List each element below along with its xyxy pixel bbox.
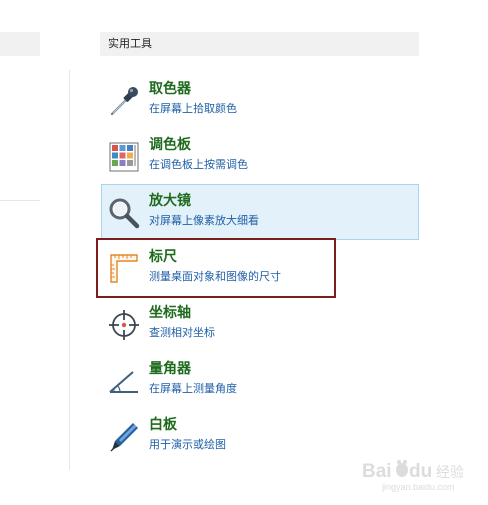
tool-item-palette[interactable]: 调色板 在调色板上按需调色 xyxy=(101,128,419,184)
tool-desc-color-picker: 在屏幕上拾取颜色 xyxy=(149,102,237,115)
crosshair-icon xyxy=(107,308,141,342)
left-panel-divider xyxy=(0,200,40,201)
tool-title-magnifier: 放大镜 xyxy=(149,193,191,209)
magnifier-icon xyxy=(107,196,141,230)
tool-item-color-picker[interactable]: 取色器 在屏幕上拾取颜色 xyxy=(101,72,419,128)
tool-title-palette: 调色板 xyxy=(149,137,191,153)
tool-desc-coordinate-axis: 查测相对坐标 xyxy=(149,326,215,339)
tool-item-whiteboard[interactable]: 白板 用于演示或绘图 xyxy=(101,408,419,464)
svg-text:经验: 经验 xyxy=(436,465,464,481)
tool-title-color-picker: 取色器 xyxy=(149,81,191,97)
tool-desc-magnifier: 对屏幕上像素放大细看 xyxy=(149,214,259,227)
palette-grid-icon xyxy=(107,140,141,174)
annotation-highlight-box xyxy=(96,238,336,298)
svg-text:Bai: Bai xyxy=(362,461,392,482)
protractor-icon xyxy=(107,364,141,398)
tool-title-coordinate-axis: 坐标轴 xyxy=(149,305,191,321)
svg-text:du: du xyxy=(409,461,432,482)
tool-desc-protractor: 在屏幕上测量角度 xyxy=(149,382,237,395)
svg-text:jingyan.baidu.com: jingyan.baidu.com xyxy=(381,482,455,492)
tool-item-protractor[interactable]: 量角器 在屏幕上测量角度 xyxy=(101,352,419,408)
tool-desc-palette: 在调色板上按需调色 xyxy=(149,158,248,171)
tool-desc-whiteboard: 用于演示或绘图 xyxy=(149,438,226,451)
tool-title-whiteboard: 白板 xyxy=(149,417,177,433)
eyedropper-icon xyxy=(107,84,141,118)
pen-icon xyxy=(107,420,141,454)
section-header-tools: 实用工具 xyxy=(100,32,419,56)
tool-item-magnifier[interactable]: 放大镜 对屏幕上像素放大细看 xyxy=(101,184,419,240)
baidu-jingyan-watermark: Bai du 经验 jingyan.baidu.com xyxy=(360,457,472,493)
section-title: 实用工具 xyxy=(108,37,152,50)
left-panel-header xyxy=(0,32,40,56)
tool-item-coordinate-axis[interactable]: 坐标轴 查测相对坐标 xyxy=(101,296,419,352)
panel-divider xyxy=(69,70,70,470)
tool-title-protractor: 量角器 xyxy=(149,361,191,377)
